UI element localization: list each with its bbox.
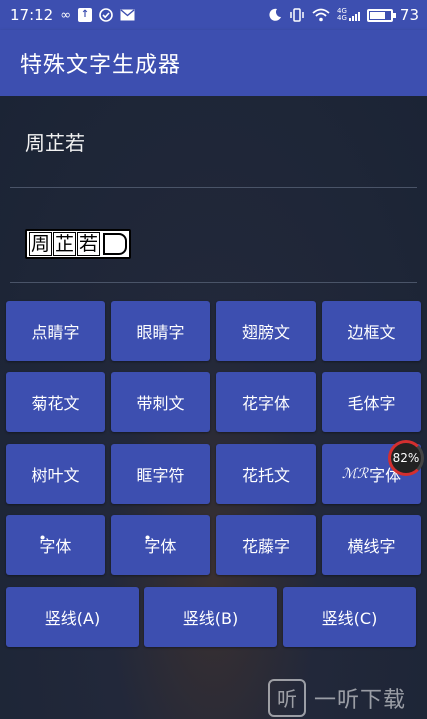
network-label: 4G [337,14,347,22]
battery-level: 73 [399,6,419,24]
vibrate-icon [289,8,305,22]
decorative-glyph: ꔷ [39,530,46,545]
status-bar: 17:12 ∞ ↑ 4G 4G 73 [0,0,427,30]
style-button-shuxian-a[interactable]: 竖线(A) [6,587,139,647]
watermark-text: 一听下载 [314,687,407,713]
mail-icon [120,9,135,21]
style-button-deco-font-2[interactable]: ꔷ 字体 [111,515,210,575]
style-button-daici[interactable]: 带刺文 [111,372,210,432]
style-button-dianjing[interactable]: 点睛字 [6,301,105,361]
wifi-icon [312,8,330,22]
badge-label: 82% [392,451,420,465]
style-button-hengxian[interactable]: 横线字 [322,515,421,575]
border-tail [103,232,128,255]
style-button-kuangzifu[interactable]: 眶字符 [111,444,210,504]
output-char: 周 [29,231,53,256]
app-bar: 特殊文字生成器 [0,30,427,96]
style-button-huatuo[interactable]: 花托文 [216,444,316,504]
style-button-shuxian-b[interactable]: 竖线(B) [144,587,277,647]
battery-icon [366,8,396,22]
moon-mute-icon [268,8,282,22]
signal-icon: 4G 4G [337,8,360,22]
style-button-huaziti[interactable]: 花字体 [216,372,316,432]
output-char: 若 [77,231,101,256]
app-title: 特殊文字生成器 [20,53,182,78]
floating-memory-badge[interactable]: 82% [388,440,424,476]
decorative-glyph: ꔷ [144,530,151,545]
check-circle-icon [99,8,113,22]
input-value: 周芷若 [25,131,85,155]
style-button-biankuang[interactable]: 边框文 [322,301,421,361]
infinity-icon: ∞ [60,7,72,23]
style-button-chibang[interactable]: 翅膀文 [216,301,316,361]
style-button-maoti[interactable]: 毛体字 [322,372,421,432]
watermark-logo-icon: 听 [268,678,306,717]
style-button-juhua[interactable]: 菊花文 [6,372,105,432]
style-button-deco-font-1[interactable]: ꔷ 字体 [6,515,105,575]
output-char: 芷 [53,231,77,256]
decorative-glyph: ℳℛ [341,466,369,482]
output-preview[interactable]: 周 芷 若 [10,205,417,283]
status-time: 17:12 [10,6,54,24]
styled-text-preview: 周 芷 若 [25,228,132,259]
style-button-shuye[interactable]: 树叶文 [6,444,105,504]
style-button-yanjing[interactable]: 眼睛字 [111,301,210,361]
style-button-shuxian-c[interactable]: 竖线(C) [283,587,416,647]
upload-icon: ↑ [78,8,93,22]
watermark: 听 一听下载 [266,676,427,719]
text-input[interactable]: 周芷若 [10,96,417,188]
style-button-huateng[interactable]: 花藤字 [216,515,316,575]
